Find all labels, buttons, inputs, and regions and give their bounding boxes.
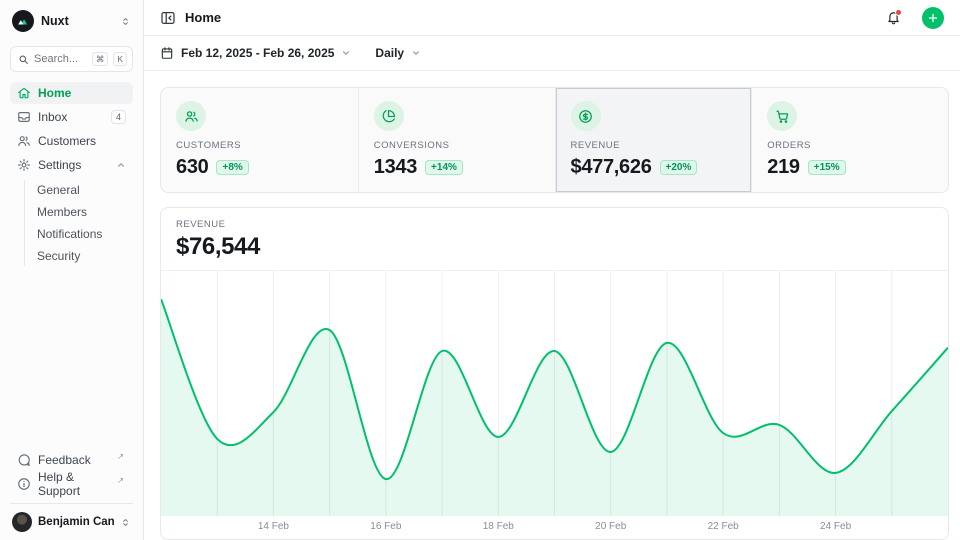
sidebar-item-label: Settings (38, 158, 109, 172)
pie-chart-icon (374, 101, 404, 131)
collapse-sidebar-icon[interactable] (160, 10, 176, 26)
users-icon (176, 101, 206, 131)
cart-icon (767, 101, 797, 131)
chart-title: REVENUE (176, 219, 933, 230)
main-area: Home Feb 12, 2025 - Feb 26, 2025 Daily (144, 0, 960, 540)
x-axis-label: 16 Feb (370, 521, 401, 532)
sidebar-nav: Home Inbox 4 Customers Settings (10, 82, 133, 268)
add-button[interactable] (922, 7, 944, 29)
stat-delta-badge: +8% (216, 160, 248, 175)
stat-label: REVENUE (571, 140, 737, 151)
external-link-icon: ↗ (117, 476, 124, 485)
stat-card-revenue[interactable]: REVENUE $477,626 +20% (555, 88, 752, 192)
date-range-picker[interactable]: Feb 12, 2025 - Feb 26, 2025 (160, 46, 351, 60)
sidebar-item-security[interactable]: Security (37, 246, 133, 266)
sidebar-item-settings[interactable]: Settings (10, 154, 133, 176)
x-axis-label: 22 Feb (708, 521, 739, 532)
chevron-up-icon (116, 160, 126, 170)
inbox-count-badge: 4 (111, 110, 126, 124)
period-value: Daily (375, 46, 404, 60)
date-range-value: Feb 12, 2025 - Feb 26, 2025 (181, 46, 334, 60)
stat-delta-badge: +20% (660, 160, 698, 175)
stat-card-customers[interactable]: CUSTOMERS 630 +8% (161, 88, 358, 192)
sidebar-item-members[interactable]: Members (37, 202, 133, 222)
period-select[interactable]: Daily (375, 46, 421, 60)
sidebar-item-label: Home (38, 86, 126, 100)
filters-toolbar: Feb 12, 2025 - Feb 26, 2025 Daily (144, 36, 960, 71)
sidebar-item-feedback[interactable]: Feedback ↗ (10, 449, 133, 471)
kbd-cmd: ⌘ (92, 52, 109, 66)
stat-label: ORDERS (767, 140, 933, 151)
dashboard-content: CUSTOMERS 630 +8% CONVERSIONS 1343 +14% (144, 71, 960, 540)
stat-card-conversions[interactable]: CONVERSIONS 1343 +14% (358, 88, 555, 192)
users-icon (17, 134, 31, 148)
sidebar-item-label: Inbox (38, 110, 104, 124)
x-axis-label: 18 Feb (483, 521, 514, 532)
sidebar-spacer (10, 268, 133, 449)
chevron-select-icon (120, 517, 131, 528)
sidebar-item-help-support[interactable]: Help & Support ↗ (10, 473, 133, 495)
calendar-icon (160, 46, 174, 60)
sidebar: Nuxt Search... ⌘ K Home (0, 0, 144, 540)
stat-value: 1343 (374, 156, 417, 179)
sidebar-item-label: Help & Support (38, 470, 112, 498)
stat-label: CUSTOMERS (176, 140, 343, 151)
sidebar-item-home[interactable]: Home (10, 82, 133, 104)
stat-value: $477,626 (571, 156, 652, 179)
search-input[interactable]: Search... ⌘ K (10, 46, 133, 72)
page-title: Home (185, 10, 877, 25)
chevron-down-icon (411, 48, 421, 58)
search-icon (18, 54, 29, 65)
stats-panel: CUSTOMERS 630 +8% CONVERSIONS 1343 +14% (160, 87, 949, 193)
chevron-select-icon (120, 16, 131, 27)
external-link-icon: ↗ (117, 452, 124, 461)
chart-current-value: $76,544 (176, 233, 933, 261)
x-axis-label: 20 Feb (595, 521, 626, 532)
sidebar-footer-nav: Feedback ↗ Help & Support ↗ (10, 449, 133, 503)
user-name: Benjamin Canac (38, 516, 114, 528)
chat-bubble-icon (17, 453, 31, 467)
revenue-area-chart[interactable] (161, 271, 948, 516)
team-switcher[interactable]: Nuxt (10, 0, 133, 40)
x-axis-label: 14 Feb (258, 521, 289, 532)
sidebar-item-inbox[interactable]: Inbox 4 (10, 106, 133, 128)
team-name: Nuxt (41, 14, 113, 28)
nuxt-logo-icon (12, 10, 34, 32)
sidebar-item-general[interactable]: General (37, 180, 133, 200)
stat-delta-badge: +15% (808, 160, 846, 175)
app-window: Nuxt Search... ⌘ K Home (0, 0, 960, 540)
stat-value: 219 (767, 156, 799, 179)
sidebar-item-customers[interactable]: Customers (10, 130, 133, 152)
x-axis-label: 24 Feb (820, 521, 851, 532)
inbox-icon (17, 110, 31, 124)
search-placeholder: Search... (34, 53, 87, 65)
sidebar-item-label: Customers (38, 134, 126, 148)
revenue-chart-card: REVENUE $76,544 14 Feb 16 Feb 18 Feb 20 Feb… (160, 207, 949, 540)
stat-card-orders[interactable]: ORDERS 219 +15% (751, 88, 948, 192)
info-icon (17, 477, 31, 491)
sidebar-item-notifications[interactable]: Notifications (37, 224, 133, 244)
chevron-down-icon (341, 48, 351, 58)
stat-label: CONVERSIONS (374, 140, 540, 151)
sidebar-item-label: Feedback (38, 453, 112, 467)
topbar: Home (144, 0, 960, 36)
stat-value: 630 (176, 156, 208, 179)
chart-svg (161, 271, 948, 516)
user-menu[interactable]: Benjamin Canac (10, 503, 133, 540)
dollar-circle-icon (571, 101, 601, 131)
stat-delta-badge: +14% (425, 160, 463, 175)
gear-icon (17, 158, 31, 172)
settings-sub-nav: General Members Notifications Security (24, 180, 133, 266)
chart-header: REVENUE $76,544 (161, 208, 948, 271)
x-axis: 14 Feb 16 Feb 18 Feb 20 Feb 22 Feb 24 Feb (161, 516, 948, 539)
kbd-k: K (113, 52, 127, 66)
avatar (12, 512, 32, 532)
notifications-bell-icon[interactable] (886, 10, 901, 25)
home-icon (17, 86, 31, 100)
